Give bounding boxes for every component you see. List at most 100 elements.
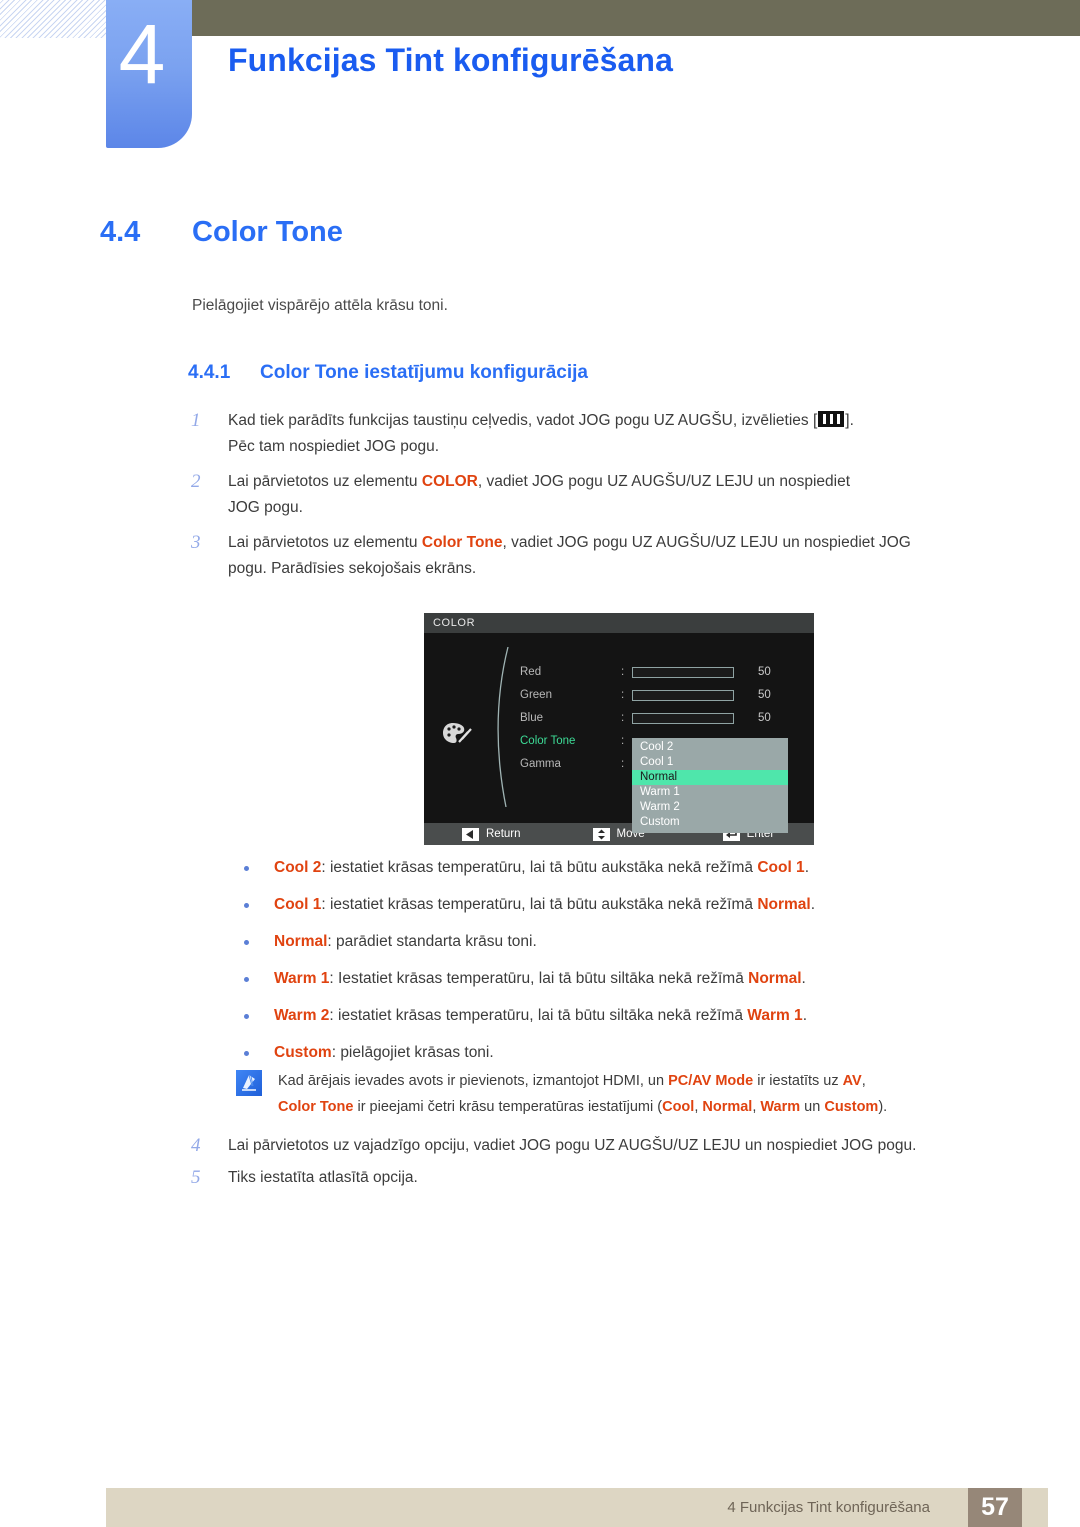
left-triangle-icon (462, 827, 479, 841)
list-item: Custom: pielāgojiet krāsas toni. (238, 1043, 1028, 1063)
note-emph-custom: Custom (824, 1099, 879, 1115)
section-heading: 4.4 Color Tone (100, 216, 343, 249)
dropdown-option-normal[interactable]: Normal (632, 770, 788, 785)
note-line2-a: ir pieejami četri krāsu temperatūras ies… (353, 1099, 663, 1115)
bullet-text-end: . (801, 970, 806, 987)
header-olive-bar (192, 0, 1080, 36)
osd-row-label: Color Tone (520, 735, 576, 747)
step-text-line2: Pēc tam nospiediet JOG pogu. (228, 438, 440, 455)
subsection-heading: 4.4.1 Color Tone iestatījumu konfigurācij… (188, 362, 588, 384)
bullet-term-secondary: Cool 1 (757, 859, 805, 876)
osd-row-value: 50 (758, 666, 771, 678)
step-emphasis: COLOR (421, 473, 478, 490)
note-line1-b: ir iestatīts uz (753, 1073, 843, 1089)
step-text: Lai pārvietotos uz elementu (228, 473, 422, 490)
dropdown-option-warm1[interactable]: Warm 1 (632, 785, 788, 800)
list-item: 5 Tiks iestatīta atlasītā opcija. (188, 1165, 1028, 1191)
osd-row-value: 50 (758, 712, 771, 724)
step-text: Lai pārvietotos uz elementu (228, 534, 422, 551)
dropdown-option-warm2[interactable]: Warm 2 (632, 800, 788, 815)
step-index: 5 (191, 1167, 201, 1188)
subsection-title: Color Tone iestatījumu konfigurācija (260, 362, 588, 383)
note-emph-warm: Warm (760, 1099, 801, 1115)
bullet-term-secondary: Warm 1 (747, 1007, 803, 1024)
document-page: 4 Funkcijas Tint konfigurēšana 4.4 Color … (0, 0, 1080, 1527)
section-intro: Pielāgojiet vispārējo attēla krāsu toni. (192, 297, 448, 314)
step-index: 3 (191, 532, 201, 553)
list-item: Cool 2: iestatiet krāsas temperatūru, la… (238, 858, 1028, 878)
step-index: 1 (191, 410, 201, 431)
osd-slider-red[interactable] (632, 667, 734, 678)
osd-row-colon: : (621, 735, 625, 747)
osd-row-colon: : (621, 689, 625, 701)
color-tone-option-list: Cool 2: iestatiet krāsas temperatūru, la… (238, 858, 1028, 1080)
step-text-line2: pogu. Parādīsies sekojošais ekrāns. (228, 560, 477, 577)
osd-row-green[interactable]: Green : 50 (520, 684, 814, 707)
note-line2-d: un (800, 1099, 825, 1115)
osd-title: COLOR (424, 613, 814, 633)
bullet-term: Warm 2 (274, 1007, 330, 1024)
osd-row-label: Gamma (520, 758, 561, 770)
osd-slider-blue[interactable] (632, 713, 734, 724)
note-emph-normal: Normal (702, 1099, 753, 1115)
osd-row-colon: : (621, 758, 625, 770)
note-pen-icon (236, 1070, 262, 1096)
osd-slider-green[interactable] (632, 690, 734, 701)
list-item: 3 Lai pārvietotos uz elementu Color Tone… (188, 530, 1018, 582)
bullet-text: : iestatiet krāsas temperatūru, lai tā b… (329, 1007, 748, 1024)
step-text: Kad tiek parādīts funkcijas taustiņu ceļ… (228, 412, 818, 429)
osd-row-red[interactable]: Red : 50 (520, 661, 814, 684)
bullet-text-end: . (810, 896, 816, 913)
note-emph-av: AV (842, 1073, 862, 1089)
page-footer: 4 Funkcijas Tint konfigurēšana 57 (106, 1488, 1048, 1527)
chapter-number: 4 (118, 7, 166, 101)
section-number: 4.4 (100, 216, 141, 248)
step-body: Lai pārvietotos uz vajadzīgo opciju, vad… (228, 1137, 917, 1154)
note-emph-cool: Cool (662, 1099, 695, 1115)
step-index: 4 (191, 1135, 201, 1156)
list-item: Normal: parādiet standarta krāsu toni. (238, 932, 1028, 952)
osd-return-action[interactable]: Return (462, 827, 521, 841)
note-line2-e: ). (878, 1099, 888, 1115)
list-item: Warm 2: iestatiet krāsas temperatūru, la… (238, 1006, 1028, 1026)
osd-row-label: Red (520, 666, 542, 678)
step-emphasis: Color Tone (421, 534, 503, 551)
note-line1-c: , (861, 1073, 866, 1089)
osd-footer-label: Return (486, 828, 521, 840)
bullet-text: : pielāgojiet krāsas toni. (331, 1044, 494, 1061)
osd-row-colon: : (621, 712, 625, 724)
step-body: Kad tiek parādīts funkcijas taustiņu ceļ… (228, 408, 854, 460)
step-text-line2: JOG pogu. (228, 499, 303, 516)
note-emph-pcav: PC/AV Mode (668, 1073, 754, 1089)
bullet-term: Normal (274, 933, 328, 950)
step-text-tail: ]. (845, 412, 854, 429)
palette-icon (442, 721, 474, 747)
step-index: 2 (191, 471, 201, 492)
page-number: 57 (968, 1488, 1022, 1527)
list-item: Warm 1: Iestatiet krāsas temperatūru, la… (238, 969, 1028, 989)
bullet-text: : parādiet standarta krāsu toni. (327, 933, 537, 950)
step-list: 1 Kad tiek parādīts funkcijas taustiņu c… (188, 408, 1018, 591)
bullet-term: Cool 1 (274, 896, 322, 913)
chapter-tab: 4 (106, 0, 192, 148)
bullet-term: Warm 1 (274, 970, 330, 987)
osd-row-blue[interactable]: Blue : 50 (520, 707, 814, 730)
bullet-text: : iestatiet krāsas temperatūru, lai tā b… (321, 896, 758, 913)
osd-row-label: Green (520, 689, 552, 701)
menu-bars-icon (818, 411, 845, 427)
list-item: 1 Kad tiek parādīts funkcijas taustiņu c… (188, 408, 1018, 460)
bullet-term-secondary: Normal (748, 970, 802, 987)
dropdown-option-custom[interactable]: Custom (632, 815, 788, 830)
dropdown-option-cool1[interactable]: Cool 1 (632, 755, 788, 770)
bullet-term: Custom (274, 1044, 332, 1061)
color-tone-dropdown[interactable]: Cool 2 Cool 1 Normal Warm 1 Warm 2 Custo… (632, 738, 788, 833)
list-item: Cool 1: iestatiet krāsas temperatūru, la… (238, 895, 1028, 915)
note-text: Kad ārējais ievades avots ir pievienots,… (278, 1068, 887, 1120)
step-text-tail: , vadiet JOG pogu UZ AUGŠU/UZ LEJU un no… (502, 534, 911, 551)
note-callout: Kad ārējais ievades avots ir pievienots,… (236, 1068, 1026, 1120)
subsection-number: 4.4.1 (188, 362, 231, 383)
step-body: Lai pārvietotos uz elementu Color Tone, … (228, 530, 911, 582)
osd-row-label: Blue (520, 712, 544, 724)
up-down-arrow-icon (592, 827, 610, 841)
dropdown-option-cool2[interactable]: Cool 2 (632, 740, 788, 755)
